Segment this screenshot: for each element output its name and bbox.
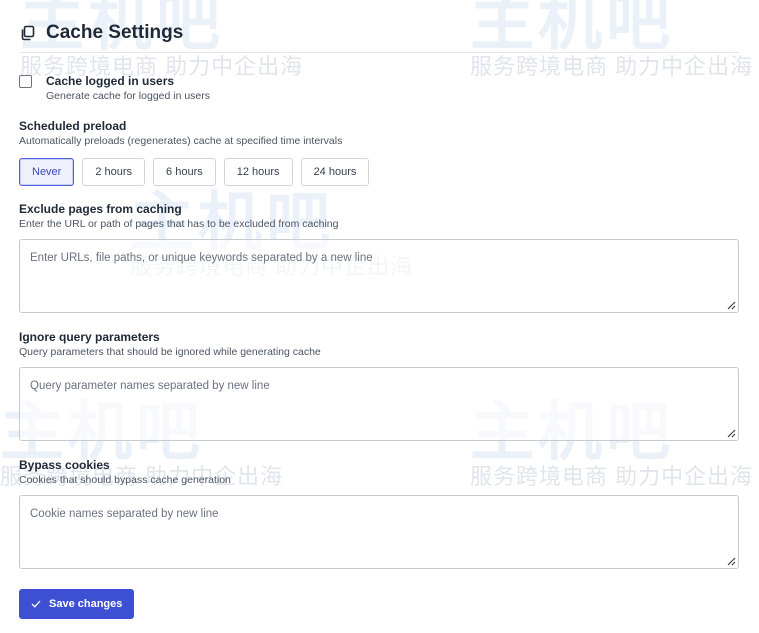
ignore-query-section: Ignore query parameters Query parameters… — [19, 330, 739, 441]
settings-header: Cache Settings — [20, 14, 739, 53]
preload-label: Scheduled preload — [19, 119, 127, 133]
ignore-query-description: Query parameters that should be ignored … — [19, 346, 321, 358]
exclude-textarea[interactable]: Enter URLs, file paths, or unique keywor… — [19, 239, 739, 313]
cache-settings-page: 主机吧 服务跨境电商 助力中企出海 主机吧 服务跨境电商 助力中企出海 主机吧 … — [0, 0, 759, 633]
logged-in-description: Generate cache for logged in users — [46, 90, 211, 102]
preload-option-24-hours[interactable]: 24 hours — [300, 158, 370, 186]
ignore-query-textarea[interactable]: Query parameter names separated by new l… — [19, 367, 739, 441]
resize-handle-icon[interactable] — [727, 301, 736, 310]
logged-in-checkbox[interactable] — [19, 75, 32, 88]
logged-in-text: Cache logged in users Generate cache for… — [46, 74, 210, 103]
logged-in-row: Cache logged in users Generate cache for… — [19, 74, 739, 103]
bypass-label: Bypass cookies — [19, 458, 110, 472]
preload-option-never[interactable]: Never — [19, 158, 75, 186]
copy-icon — [20, 25, 36, 41]
bypass-section: Bypass cookies Cookies that should bypas… — [19, 458, 739, 569]
preload-option-12-hours[interactable]: 12 hours — [223, 158, 293, 186]
exclude-placeholder: Enter URLs, file paths, or unique keywor… — [30, 252, 373, 264]
resize-handle-icon[interactable] — [727, 429, 736, 438]
preload-option-6-hours[interactable]: 6 hours — [153, 158, 216, 186]
check-icon — [31, 600, 41, 608]
preload-options: Never 2 hours 6 hours 12 hours 24 hours — [19, 158, 739, 186]
exclude-label: Exclude pages from caching — [19, 202, 182, 216]
logged-in-label: Cache logged in users — [46, 74, 175, 88]
save-changes-button[interactable]: Save changes — [19, 589, 135, 619]
bypass-textarea[interactable]: Cookie names separated by new line — [19, 495, 739, 569]
bypass-placeholder: Cookie names separated by new line — [30, 508, 219, 520]
bypass-description: Cookies that should bypass cache generat… — [19, 474, 231, 486]
preload-description: Automatically preloads (regenerates) cac… — [19, 135, 343, 147]
preload-option-2-hours[interactable]: 2 hours — [82, 158, 146, 186]
preload-section: Scheduled preload Automatically preloads… — [19, 119, 739, 186]
resize-handle-icon[interactable] — [727, 557, 736, 566]
exclude-section: Exclude pages from caching Enter the URL… — [19, 202, 739, 313]
logged-in-section: Cache logged in users Generate cache for… — [19, 74, 739, 103]
page-title: Cache Settings — [46, 22, 184, 43]
ignore-query-placeholder: Query parameter names separated by new l… — [30, 380, 270, 392]
exclude-description: Enter the URL or path of pages that has … — [19, 218, 339, 230]
save-changes-label: Save changes — [49, 598, 123, 610]
ignore-query-label: Ignore query parameters — [19, 330, 160, 344]
